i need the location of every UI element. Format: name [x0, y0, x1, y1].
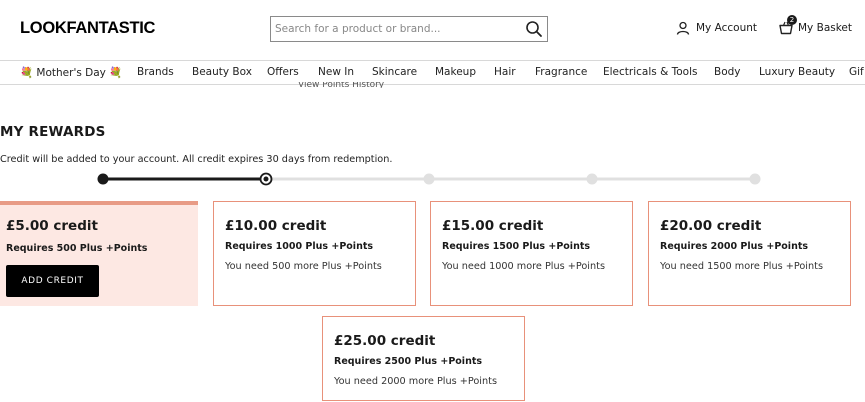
credit-amount: £25.00 credit [334, 333, 436, 349]
user-icon [676, 21, 690, 35]
rewards-title: MY REWARDS [0, 124, 106, 140]
points-history-link[interactable]: View Points History [298, 82, 384, 88]
nav-item-electricals-tools[interactable]: Electricals & Tools [603, 66, 697, 78]
my-account-label: My Account [696, 22, 758, 34]
nav-item-brands[interactable]: Brands [137, 66, 174, 78]
credit-requirement: Requires 500 Plus +Points [6, 243, 148, 254]
credit-amount: £5.00 credit [6, 218, 98, 234]
search-box[interactable] [270, 16, 548, 42]
progress-step [423, 173, 435, 185]
basket-count-badge: 2 [787, 15, 797, 25]
rewards-progress-tracker [0, 170, 865, 190]
credit-amount: £15.00 credit [442, 218, 544, 234]
points-needed: You need 1500 more Plus +Points [660, 261, 823, 272]
reward-card-10: £10.00 credit Requires 1000 Plus +Points… [213, 201, 416, 306]
my-account-link[interactable]: My Account [676, 21, 757, 35]
points-needed: You need 500 more Plus +Points [225, 261, 382, 272]
basket-icon: 2 [778, 15, 797, 36]
nav-item-hair[interactable]: Hair [494, 66, 516, 78]
nav-item-mothers-day[interactable]: 💐 Mother's Day 💐 [20, 66, 122, 79]
credit-amount: £20.00 credit [660, 218, 762, 234]
nav-item-gifts[interactable]: Gif [849, 66, 864, 78]
nav-item-makeup[interactable]: Makeup [435, 66, 476, 78]
progress-step [586, 173, 598, 185]
credit-requirement: Requires 2000 Plus +Points [660, 241, 809, 252]
points-needed: You need 2000 more Plus +Points [334, 376, 497, 387]
credit-requirement: Requires 2500 Plus +Points [334, 356, 483, 367]
progress-step [749, 173, 761, 185]
search-input[interactable] [275, 20, 515, 38]
nav-item-offers[interactable]: Offers [267, 66, 299, 78]
credit-requirement: Requires 1000 Plus +Points [225, 241, 374, 252]
credit-requirement: Requires 1500 Plus +Points [442, 241, 591, 252]
site-header: LOOKFANTASTIC My Account 2 My Basket [0, 0, 865, 60]
my-basket-label: My Basket [798, 22, 853, 34]
credit-amount: £10.00 credit [225, 218, 327, 234]
my-basket-link[interactable]: 2 My Basket [778, 15, 853, 36]
nav-item-new-in[interactable]: New In [318, 66, 354, 78]
site-logo[interactable]: LOOKFANTASTIC [20, 19, 155, 38]
reward-card-25: £25.00 credit Requires 2500 Plus +Points… [322, 316, 525, 401]
main-navigation: 💐 Mother's Day 💐 Brands Beauty Box Offer… [0, 60, 865, 85]
reward-card-15: £15.00 credit Requires 1500 Plus +Points… [430, 201, 633, 306]
nav-item-body[interactable]: Body [714, 66, 741, 78]
nav-item-fragrance[interactable]: Fragrance [535, 66, 587, 78]
nav-item-luxury-beauty[interactable]: Luxury Beauty [759, 66, 835, 78]
rewards-subtitle: Credit will be added to your account. Al… [0, 154, 393, 165]
nav-item-beauty-box[interactable]: Beauty Box [192, 66, 252, 78]
search-icon[interactable] [524, 19, 544, 39]
reward-card-20: £20.00 credit Requires 2000 Plus +Points… [648, 201, 851, 306]
points-needed: You need 1000 more Plus +Points [442, 261, 605, 272]
add-credit-button[interactable]: ADD CREDIT [6, 265, 99, 297]
nav-item-skincare[interactable]: Skincare [372, 66, 417, 78]
reward-card-5: £5.00 credit Requires 500 Plus +Points A… [0, 201, 198, 306]
progress-step-current-dot [263, 176, 269, 182]
progress-step [97, 173, 109, 185]
